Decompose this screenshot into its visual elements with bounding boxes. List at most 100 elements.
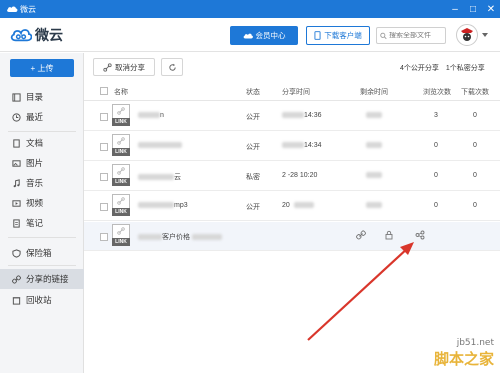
search-icon <box>380 32 387 39</box>
app-header: 微云 会员中心 下载客户端 <box>0 18 500 52</box>
sidebar-item-recycle-bin[interactable]: 回收站 <box>0 290 84 310</box>
file-name[interactable]: 客户价格 <box>138 232 222 242</box>
lock-icon[interactable] <box>384 230 394 242</box>
row-checkbox[interactable] <box>100 203 108 211</box>
file-name[interactable]: 云 <box>138 172 181 182</box>
cancel-share-button[interactable]: 取消分享 <box>93 58 155 76</box>
cancel-share-label: 取消分享 <box>115 62 145 72</box>
watermark-name: 脚本之家 <box>433 350 494 368</box>
remaining-time <box>366 202 382 209</box>
link-file-icon: LINK <box>112 224 130 246</box>
table-row[interactable]: LINK 云 私密 2 -28 10:20 0 0 <box>84 162 500 191</box>
download-client-button[interactable]: 下载客户端 <box>306 26 370 45</box>
vip-center-label: 会员中心 <box>255 31 286 40</box>
minimize-icon[interactable]: – <box>446 0 464 18</box>
sidebar-item-catalog[interactable]: 目录 <box>0 87 84 107</box>
sidebar-item-label: 分享的链接 <box>26 274 69 284</box>
search-box[interactable] <box>376 27 446 44</box>
views: 3 <box>434 112 438 119</box>
download-client-label: 下载客户端 <box>324 31 362 40</box>
sidebar-item-shared-links[interactable]: 分享的链接 <box>0 269 84 289</box>
sidebar-item-label: 视频 <box>26 198 44 208</box>
table-row[interactable]: LINK n 公开 14:36 3 0 <box>84 102 500 131</box>
window-controls: – □ ✕ <box>446 0 500 18</box>
file-name[interactable]: mp3 <box>138 202 188 209</box>
row-checkbox[interactable] <box>100 113 108 121</box>
sidebar-item-label: 回收站 <box>26 295 52 305</box>
share-time: 14:36 <box>282 112 322 119</box>
column-name[interactable]: 名称 <box>114 87 128 97</box>
column-status[interactable]: 状态 <box>246 87 260 97</box>
shield-icon <box>12 248 21 258</box>
sidebar-item-music[interactable]: 音乐 <box>0 173 84 193</box>
link-file-icon: LINK <box>112 194 130 216</box>
views: 0 <box>434 142 438 149</box>
upload-button[interactable]: + 上传 <box>10 59 74 77</box>
phone-icon <box>314 31 321 40</box>
paperclip-icon <box>117 227 125 235</box>
column-share-time[interactable]: 分享时间 <box>282 87 310 97</box>
sidebar-item-recent[interactable]: 最近 <box>0 107 84 127</box>
toolbar: 取消分享 4个公开分享 1个私密分享 <box>84 53 500 81</box>
table-row[interactable]: LINK 客户价格 <box>84 222 500 251</box>
table-row[interactable]: LINK mp3 公开 20 0 0 <box>84 192 500 221</box>
maximize-icon[interactable]: □ <box>464 0 482 18</box>
paperclip-icon <box>117 137 125 145</box>
cloud-icon <box>243 33 253 38</box>
column-downloads[interactable]: 下载次数 <box>461 87 489 97</box>
paperclip-icon <box>117 107 125 115</box>
weiyun-logo-icon <box>10 29 32 42</box>
file-name[interactable]: n <box>138 112 164 119</box>
refresh-icon <box>168 63 176 71</box>
row-checkbox[interactable] <box>100 143 108 151</box>
remaining-time <box>366 112 382 119</box>
status: 公开 <box>246 144 260 151</box>
image-icon <box>12 159 21 167</box>
divider <box>8 131 76 132</box>
share-icon[interactable] <box>415 230 425 242</box>
sidebar-item-label: 目录 <box>26 92 44 102</box>
link-tag: LINK <box>112 118 130 126</box>
watermark: jb51.net 脚本之家 <box>434 338 494 369</box>
search-input[interactable] <box>389 32 445 39</box>
column-views[interactable]: 浏览次数 <box>423 87 451 97</box>
views: 0 <box>434 202 438 209</box>
sidebar-item-safe[interactable]: 保险箱 <box>0 243 84 263</box>
sidebar-item-video[interactable]: 视频 <box>0 193 84 213</box>
link-tag: LINK <box>112 178 130 186</box>
avatar[interactable] <box>456 24 478 46</box>
row-checkbox[interactable] <box>100 233 108 241</box>
file-name[interactable] <box>138 142 182 149</box>
brand[interactable]: 微云 <box>10 25 63 45</box>
share-time: 2 -28 10:20 <box>282 172 318 179</box>
copy-link-icon[interactable] <box>356 230 366 242</box>
downloads: 0 <box>473 202 477 209</box>
chevron-down-icon[interactable] <box>482 33 488 37</box>
row-checkbox[interactable] <box>100 173 108 181</box>
close-icon[interactable]: ✕ <box>482 0 500 18</box>
table-row[interactable]: LINK 公开 14:34 0 0 <box>84 132 500 161</box>
link-tag: LINK <box>112 208 130 216</box>
sidebar-item-images[interactable]: 图片 <box>0 153 84 173</box>
document-icon <box>13 138 20 148</box>
music-icon <box>13 178 20 187</box>
column-remaining[interactable]: 剩余时间 <box>360 87 388 97</box>
avatar-image <box>458 26 476 44</box>
vip-center-button[interactable]: 会员中心 <box>230 26 298 45</box>
downloads: 0 <box>473 112 477 119</box>
sidebar-item-notes[interactable]: 笔记 <box>0 213 84 233</box>
brand-name: 微云 <box>35 27 63 43</box>
refresh-button[interactable] <box>161 58 183 76</box>
note-icon <box>13 218 20 228</box>
scrollbar[interactable] <box>493 101 498 301</box>
title-bar: 微云 – □ ✕ <box>0 0 500 18</box>
link-icon <box>12 274 21 284</box>
remaining-time <box>366 172 382 179</box>
remaining-time <box>366 142 382 149</box>
video-icon <box>12 199 21 207</box>
clock-icon <box>12 112 21 122</box>
sidebar-item-documents[interactable]: 文档 <box>0 133 84 153</box>
select-all-checkbox[interactable] <box>100 87 108 95</box>
divider <box>8 237 76 238</box>
sidebar-item-label: 最近 <box>26 112 44 122</box>
